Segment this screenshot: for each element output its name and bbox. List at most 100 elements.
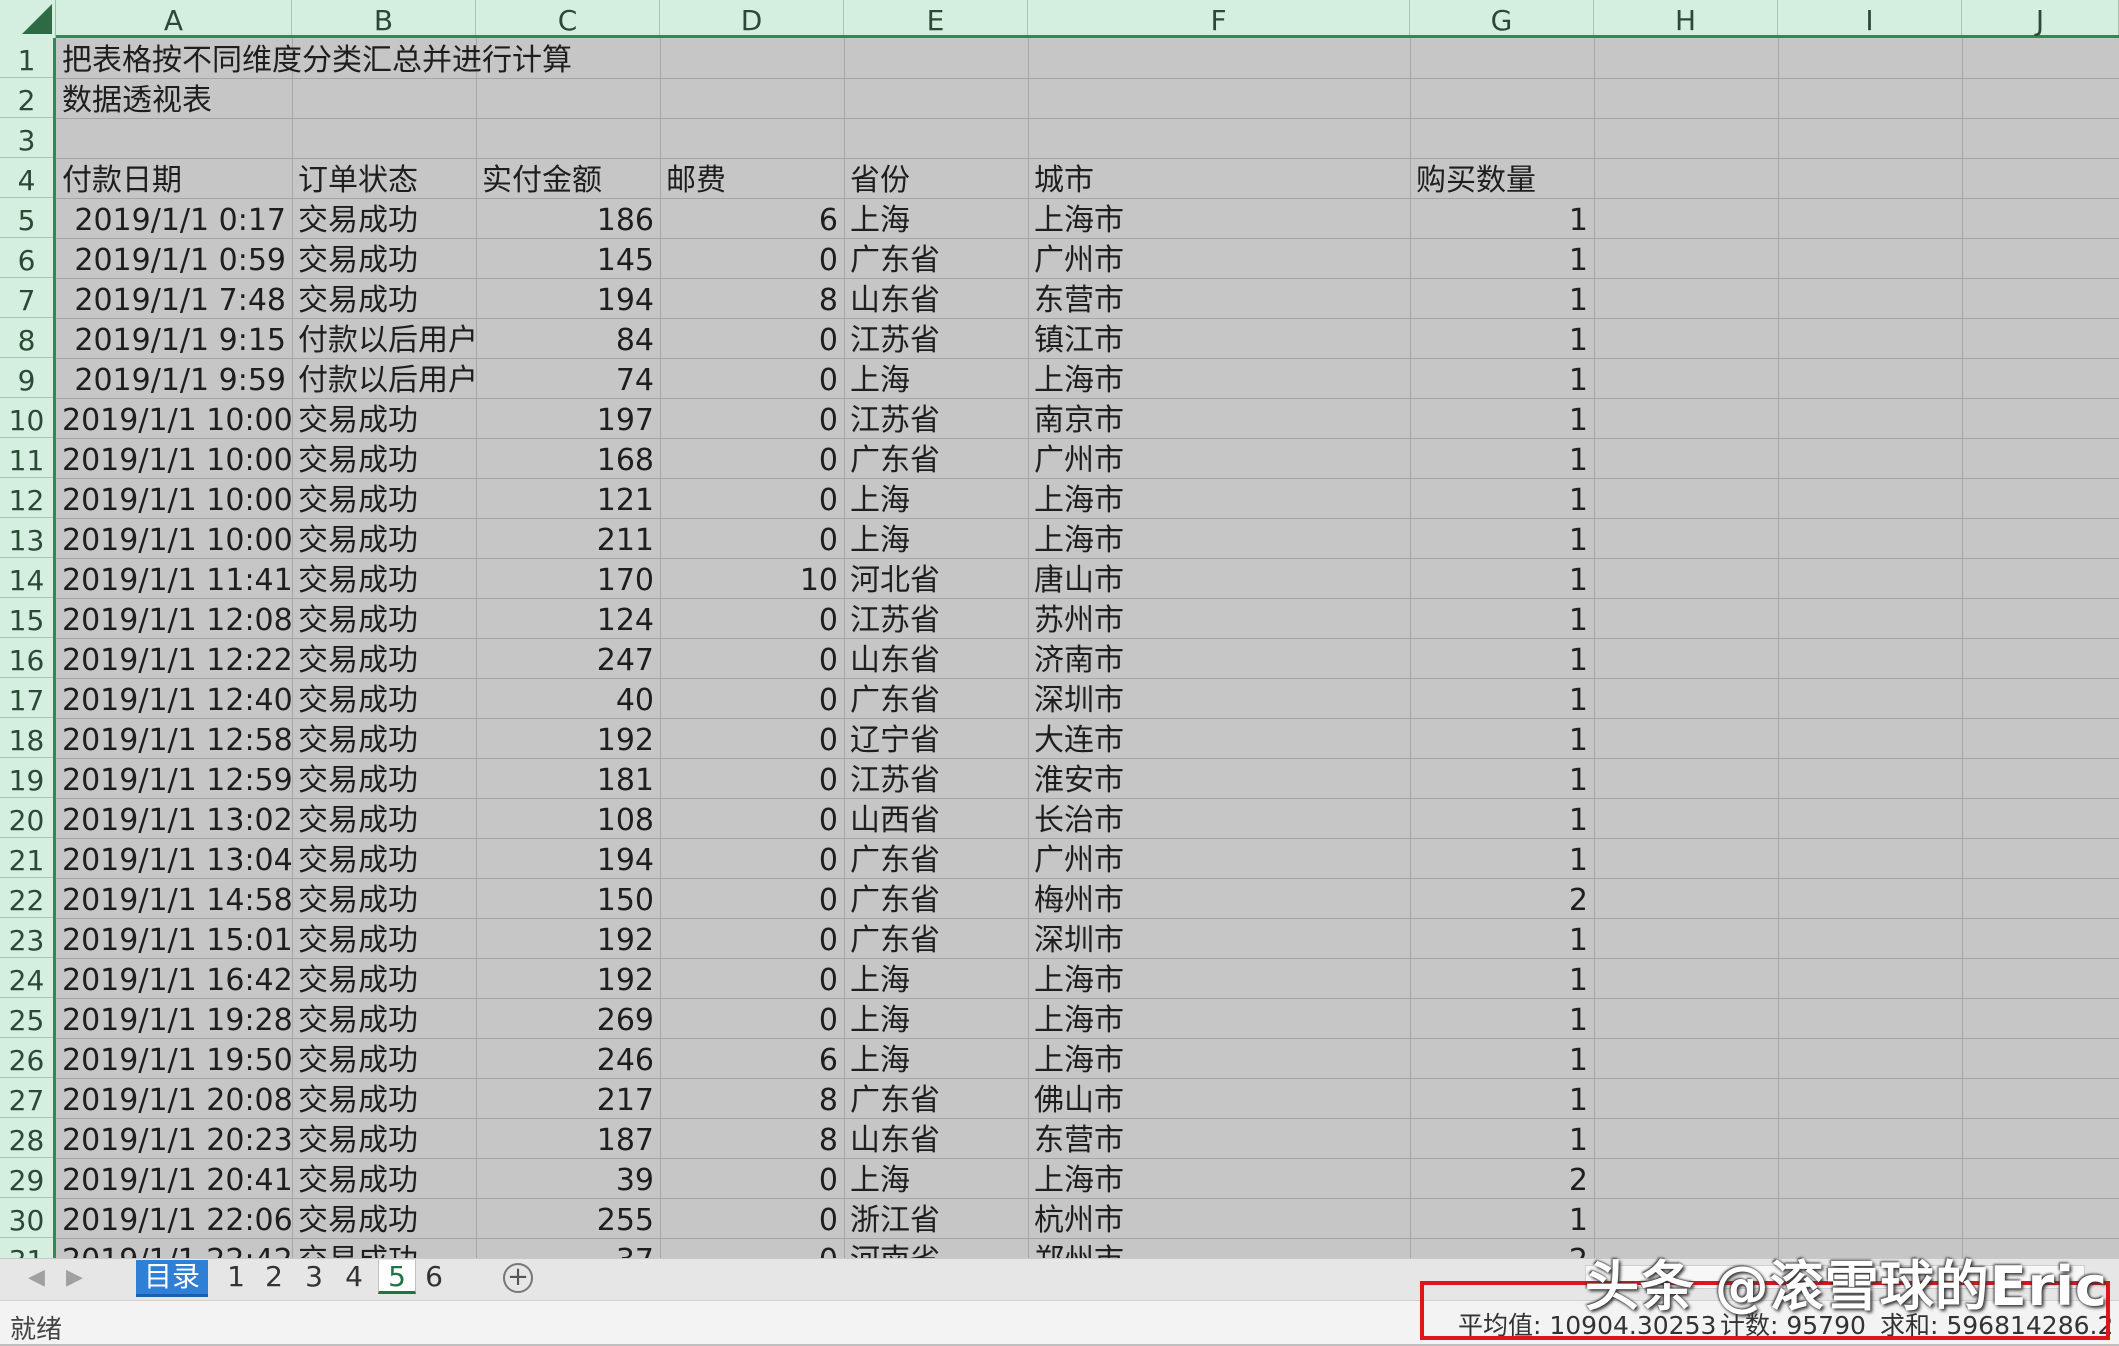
cell-a10[interactable]: 2019/1/1 10:00 <box>56 398 292 438</box>
sheet-tab-5[interactable]: 5 <box>378 1260 416 1294</box>
cell-f31[interactable]: 郑州市 <box>1028 1238 1410 1258</box>
cell-f17[interactable]: 深圳市 <box>1028 678 1410 718</box>
cell-f21[interactable]: 广州市 <box>1028 838 1410 878</box>
row-header-24[interactable]: 24 <box>0 958 53 998</box>
cell-e12[interactable]: 上海 <box>844 478 1028 518</box>
column-header-i[interactable]: I <box>1778 0 1962 37</box>
cell-a11[interactable]: 2019/1/1 10:00 <box>56 438 292 478</box>
cell-d28[interactable]: 8 <box>660 1118 844 1158</box>
cell-g17[interactable]: 1 <box>1410 678 1594 718</box>
cell-f19[interactable]: 淮安市 <box>1028 758 1410 798</box>
cell-a17[interactable]: 2019/1/1 12:40 <box>56 678 292 718</box>
cell-d22[interactable]: 0 <box>660 878 844 918</box>
cell-b25[interactable]: 交易成功 <box>292 998 476 1038</box>
cell-d5[interactable]: 6 <box>660 198 844 238</box>
row-header-5[interactable]: 5 <box>0 198 53 238</box>
cell-e15[interactable]: 江苏省 <box>844 598 1028 638</box>
cell-f29[interactable]: 上海市 <box>1028 1158 1410 1198</box>
cell-b24[interactable]: 交易成功 <box>292 958 476 998</box>
cell-b23[interactable]: 交易成功 <box>292 918 476 958</box>
cell-d23[interactable]: 0 <box>660 918 844 958</box>
cell-a26[interactable]: 2019/1/1 19:50 <box>56 1038 292 1078</box>
sheet-tab-3[interactable]: 3 <box>298 1260 330 1294</box>
cell-e16[interactable]: 山东省 <box>844 638 1028 678</box>
cell-c20[interactable]: 108 <box>476 798 660 838</box>
cell-d10[interactable]: 0 <box>660 398 844 438</box>
cell-d19[interactable]: 0 <box>660 758 844 798</box>
cell-g14[interactable]: 1 <box>1410 558 1594 598</box>
row-header-10[interactable]: 10 <box>0 398 53 438</box>
cell-d16[interactable]: 0 <box>660 638 844 678</box>
cell-c17[interactable]: 40 <box>476 678 660 718</box>
cell-d11[interactable]: 0 <box>660 438 844 478</box>
cell-b17[interactable]: 交易成功 <box>292 678 476 718</box>
row-header-11[interactable]: 11 <box>0 438 53 478</box>
row-header-3[interactable]: 3 <box>0 118 53 158</box>
cell-e8[interactable]: 江苏省 <box>844 318 1028 358</box>
cell-c30[interactable]: 255 <box>476 1198 660 1238</box>
cell-c13[interactable]: 211 <box>476 518 660 558</box>
cell-b7[interactable]: 交易成功 <box>292 278 476 318</box>
cell-g18[interactable]: 1 <box>1410 718 1594 758</box>
row-header-29[interactable]: 29 <box>0 1158 53 1198</box>
cell-d13[interactable]: 0 <box>660 518 844 558</box>
cell-d12[interactable]: 0 <box>660 478 844 518</box>
cell-a22[interactable]: 2019/1/1 14:58 <box>56 878 292 918</box>
row-header-18[interactable]: 18 <box>0 718 53 758</box>
cell-d27[interactable]: 8 <box>660 1078 844 1118</box>
cell-a14[interactable]: 2019/1/1 11:41 <box>56 558 292 598</box>
cell-a1-title[interactable]: 把表格按不同维度分类汇总并进行计算 <box>56 38 572 78</box>
cell-a13[interactable]: 2019/1/1 10:00 <box>56 518 292 558</box>
row-header-12[interactable]: 12 <box>0 478 53 518</box>
cell-f18[interactable]: 大连市 <box>1028 718 1410 758</box>
column-header-f[interactable]: F <box>1028 0 1410 37</box>
row-header-1[interactable]: 1 <box>0 38 53 78</box>
cell-a7[interactable]: 2019/1/1 7:48 <box>56 278 292 318</box>
cell-g15[interactable]: 1 <box>1410 598 1594 638</box>
row-header-6[interactable]: 6 <box>0 238 53 278</box>
cell-c7[interactable]: 194 <box>476 278 660 318</box>
tab-scroll-left-icon[interactable]: ◀ <box>28 1265 45 1290</box>
header-cell-b[interactable]: 订单状态 <box>292 158 476 198</box>
cell-d25[interactable]: 0 <box>660 998 844 1038</box>
cell-b30[interactable]: 交易成功 <box>292 1198 476 1238</box>
cell-b11[interactable]: 交易成功 <box>292 438 476 478</box>
cell-b22[interactable]: 交易成功 <box>292 878 476 918</box>
cell-f28[interactable]: 东营市 <box>1028 1118 1410 1158</box>
cell-b31[interactable]: 交易成功 <box>292 1238 476 1258</box>
cell-g31[interactable]: 2 <box>1410 1238 1594 1258</box>
column-header-e[interactable]: E <box>844 0 1028 37</box>
cell-a12[interactable]: 2019/1/1 10:00 <box>56 478 292 518</box>
tab-scroll-right-icon[interactable]: ▶ <box>66 1265 83 1290</box>
cell-d14[interactable]: 10 <box>660 558 844 598</box>
cell-b27[interactable]: 交易成功 <box>292 1078 476 1118</box>
cell-e22[interactable]: 广东省 <box>844 878 1028 918</box>
cell-c6[interactable]: 145 <box>476 238 660 278</box>
cell-g13[interactable]: 1 <box>1410 518 1594 558</box>
row-header-16[interactable]: 16 <box>0 638 53 678</box>
cell-g20[interactable]: 1 <box>1410 798 1594 838</box>
cell-a18[interactable]: 2019/1/1 12:58 <box>56 718 292 758</box>
cell-g27[interactable]: 1 <box>1410 1078 1594 1118</box>
column-header-c[interactable]: C <box>476 0 660 37</box>
cell-g25[interactable]: 1 <box>1410 998 1594 1038</box>
cell-d26[interactable]: 6 <box>660 1038 844 1078</box>
column-header-d[interactable]: D <box>660 0 844 37</box>
cell-e20[interactable]: 山西省 <box>844 798 1028 838</box>
cell-c11[interactable]: 168 <box>476 438 660 478</box>
cell-a16[interactable]: 2019/1/1 12:22 <box>56 638 292 678</box>
sheet-tab-1[interactable]: 1 <box>220 1260 252 1294</box>
cell-b10[interactable]: 交易成功 <box>292 398 476 438</box>
cell-d17[interactable]: 0 <box>660 678 844 718</box>
row-header-21[interactable]: 21 <box>0 838 53 878</box>
header-cell-g[interactable]: 购买数量 <box>1410 158 1594 198</box>
cell-b15[interactable]: 交易成功 <box>292 598 476 638</box>
cell-a19[interactable]: 2019/1/1 12:59 <box>56 758 292 798</box>
row-header-26[interactable]: 26 <box>0 1038 53 1078</box>
cell-f24[interactable]: 上海市 <box>1028 958 1410 998</box>
cell-c5[interactable]: 186 <box>476 198 660 238</box>
row-header-13[interactable]: 13 <box>0 518 53 558</box>
cell-a31[interactable]: 2019/1/1 22:42 <box>56 1238 292 1258</box>
cell-e18[interactable]: 辽宁省 <box>844 718 1028 758</box>
cell-d24[interactable]: 0 <box>660 958 844 998</box>
